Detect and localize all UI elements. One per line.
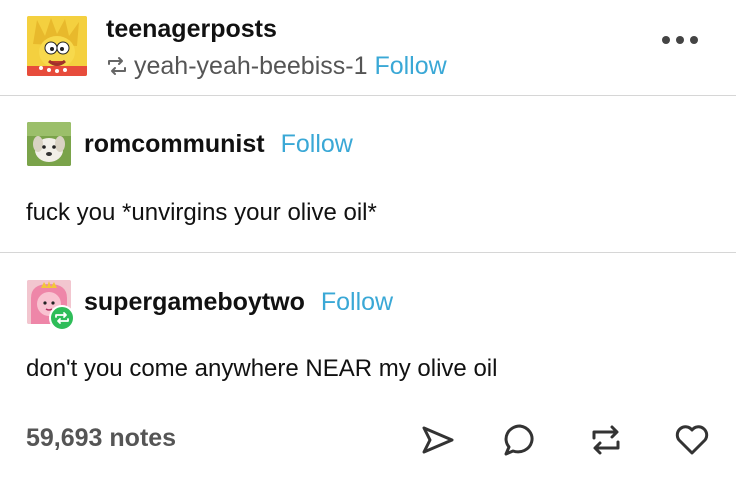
post-text: don't you come anywhere NEAR my olive oi…: [26, 355, 498, 382]
like-icon[interactable]: [672, 420, 712, 460]
reply-icon[interactable]: [500, 420, 540, 460]
reblogged-from-name[interactable]: yeah-yeah-beebiss-1: [134, 52, 367, 80]
post-text: fuck you *unvirgins your olive oil*: [26, 199, 377, 226]
post-username: romcommunist Follow: [84, 130, 353, 159]
divider: [0, 95, 736, 96]
dog-avatar[interactable]: [27, 122, 71, 166]
reblog-badge-icon: [49, 305, 75, 331]
reblog-source: yeah-yeah-beebiss-1 Follow: [106, 52, 447, 81]
blog-name[interactable]: teenagerposts: [106, 15, 277, 44]
post-username: supergameboytwo Follow: [84, 288, 393, 317]
follow-button[interactable]: Follow: [281, 130, 353, 158]
follow-button-reblog-source[interactable]: Follow: [374, 52, 446, 80]
lisa-simpson-avatar[interactable]: [27, 16, 87, 76]
post-header: teenagerposts yeah-yeah-beebiss-1 Follow: [0, 0, 736, 95]
share-icon[interactable]: [418, 420, 458, 460]
reblog-icon: [106, 56, 128, 76]
divider: [0, 252, 736, 253]
follow-button[interactable]: Follow: [321, 288, 393, 316]
username-link[interactable]: supergameboytwo: [84, 288, 305, 316]
more-options-icon[interactable]: [660, 30, 700, 50]
notes-count[interactable]: 59,693 notes: [26, 424, 176, 453]
reblog-icon[interactable]: [586, 420, 626, 460]
username-link[interactable]: romcommunist: [84, 130, 265, 158]
